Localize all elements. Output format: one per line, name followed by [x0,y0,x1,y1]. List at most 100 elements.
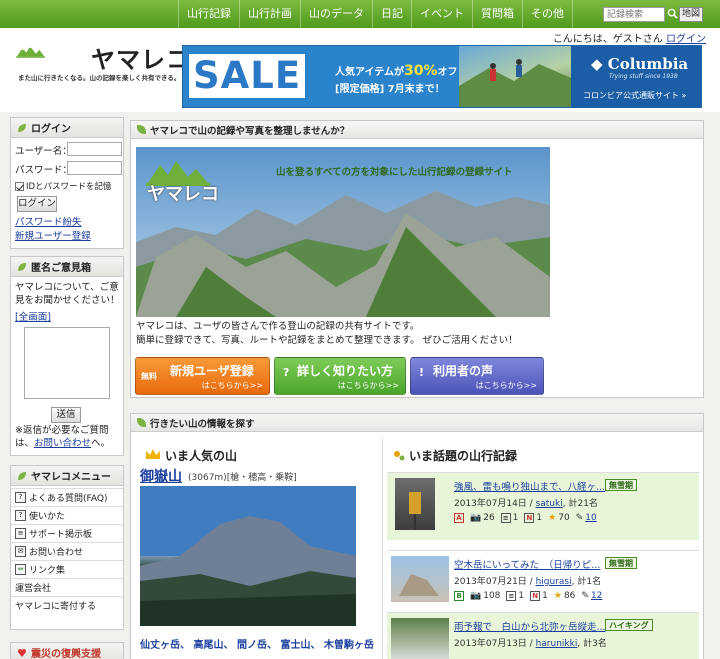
comment-count[interactable]: 12 [591,591,602,601]
record-user-link[interactable]: higurasi [536,577,572,587]
fullscreen-link[interactable]: [全画面] [15,309,51,323]
comment-stat[interactable]: ✎ 12 [581,591,602,601]
record-user-link[interactable]: satuki [536,499,563,509]
photo-stat: 📷 26 [470,513,495,523]
remember-row: IDとパスワードを記憶 [15,180,112,192]
brand-shop-link[interactable]: コロンビア公式通販サイト » [583,90,686,101]
menu-item-label: よくある質問(FAQ) [29,493,108,504]
menu-item-howto[interactable]: ? 使いかた [11,506,123,523]
route-icon: N [524,513,535,523]
record-date: 2013年07月21日 / [454,577,533,587]
recovery-title[interactable]: 震災の復興支援 [31,645,101,659]
like-count: 70 [558,513,570,523]
password-input[interactable] [67,161,122,175]
button-sub: はこちらから>> [201,381,263,390]
route-count: 1 [536,513,543,523]
username-input[interactable] [67,142,122,156]
popular-mountains-list[interactable]: 仙丈ヶ岳、 高尾山、 間ノ岳、 富士山、 木曽駒ヶ岳 [140,636,374,651]
brand-name-text: Columbia [607,55,689,73]
menu-item-company[interactable]: 運営会社 [11,578,123,595]
doc-count: 1 [512,513,519,523]
search-input[interactable] [603,7,665,22]
record-season-tag: ハイキング [605,619,653,631]
leaf-icon [137,125,146,134]
menu-item-support[interactable]: ≡ サポート掲示板 [11,524,123,541]
banner-offer: 人気アイテムが30%オフ [335,63,458,79]
contact-link[interactable]: お問い合わせ [34,438,91,449]
record-stats: A 📷 26 ≡ 1 N1 ★ 70 ✎ 10 [454,513,597,523]
record-user-link[interactable]: harunikki [536,639,578,649]
record-item[interactable]: 強風、雷も鳴り独山まで、八経ヶ... 無雪期 2013年07月14日 / sat… [387,472,699,540]
logo-tagline: また山に行きたくなる。山の記録を楽しく共有できる。 [18,74,181,82]
brand-name: ◆ Columbia [591,55,688,73]
link-icon: ⇔ [15,563,26,575]
record-item[interactable]: 雨予報で 白山から北弥ヶ岳縦走... ハイキング 2013年07月13日 / h… [387,612,699,659]
record-item[interactable]: 空木岳にいってみた （日帰りピ... 無雪期 2013年07月21日 / hig… [387,550,699,610]
user-voices-button[interactable]: ! 利用者の声 はこちらから>> [410,357,544,395]
button-title: 詳しく知りたい方 [297,364,394,378]
feedback-note-post: へ。 [91,438,111,449]
comment-stat[interactable]: ✎ 10 [576,513,597,523]
yamareco-menu-box: ヤマレコメニュー ? よくある質問(FAQ) ? 使いかた ≡ サポート掲示板 ✉ お問… [10,465,124,630]
nav-item-events[interactable]: イベント [411,0,472,28]
nav-item-diary[interactable]: 日記 [372,0,411,28]
nav-item-records[interactable]: 山行記録 [178,0,239,28]
header-login-link[interactable]: ログイン [666,34,706,45]
banner-offer-pct: 30% [404,63,438,79]
menu-item-donate[interactable]: ヤマレコに寄付する [11,596,123,613]
map-button[interactable]: 地図 [679,7,703,22]
learn-more-button[interactable]: ? 詳しく知りたい方 はこちらから>> [274,357,406,395]
remember-checkbox[interactable] [15,182,24,191]
record-photo [399,574,439,596]
nav-item-others[interactable]: その他 [522,0,573,28]
comment-count[interactable]: 10 [585,513,596,523]
hero-copy: 山を登るすべての方を対象にした山行記録の登録サイト [276,167,513,178]
help-icon: ? [15,491,26,503]
feedback-textarea[interactable] [24,327,110,399]
nav-item-questions[interactable]: 質問箱 [472,0,522,28]
menu-title: ヤマレコメニュー [31,472,111,483]
record-thumbnail[interactable] [391,556,449,602]
menu-item-label: ヤマレコに寄付する [15,601,97,612]
explore-header: 行きたい山の情報を探す [131,414,703,432]
mountain-photo[interactable] [140,486,356,626]
banner-sale-text: SALE [189,54,306,98]
mountain-name-link[interactable]: 御嶽山 [140,466,182,486]
search-icon[interactable] [667,8,678,19]
record-thumbnail[interactable] [391,618,449,659]
nav-item-plans[interactable]: 山行計画 [239,0,300,28]
logo-icon[interactable] [16,40,91,70]
doc-stat: ≡ 1 [506,591,524,601]
difficulty-icon: B [454,591,464,601]
menu-item-faq[interactable]: ? よくある質問(FAQ) [11,488,123,505]
camera-icon: 📷 [470,591,482,601]
record-title-link[interactable]: 雨予報で 白山から北弥ヶ岳縦走... [454,619,606,633]
menu-item-label: リンク集 [29,565,66,576]
leaf-icon [18,471,26,480]
send-button[interactable]: 送信 [51,407,81,423]
record-thumbnail[interactable] [395,478,435,530]
intro-title: ヤマレコで山の記録や写真を整理しませんか？ [150,125,350,137]
sparkle-icon [394,451,405,461]
button-title: 利用者の声 [433,364,494,378]
forgot-password-link[interactable]: パスワード紛失 [15,214,82,228]
sale-banner[interactable]: SALE 人気アイテムが30%オフ [限定価格] 7月末まで！ ◆ Columb… [182,45,702,108]
intro-desc-2: 簡単に登録できて、写真、ルートや記録をまとめて整理できます。 ぜひご活用ください… [136,335,518,346]
record-count: 計3名 [583,639,607,649]
record-photo [409,492,421,530]
greeting-text: こんにちは、ゲストさん [552,34,663,45]
register-free-button[interactable]: 無料 新規ユーザ登録 はこちらから>> [135,357,270,395]
feedback-title: 匿名ご意見箱 [31,263,91,274]
record-title-link[interactable]: 空木岳にいってみた （日帰りピ... [454,557,600,571]
logo-text[interactable]: ヤマレコ [91,40,191,75]
difficulty-icon: A [454,513,464,523]
register-link[interactable]: 新規ユーザー登録 [15,228,91,242]
login-button[interactable]: ログイン [17,196,57,212]
menu-item-links[interactable]: ⇔ リンク集 [11,560,123,577]
menu-item-contact[interactable]: ✉ お問い合わせ [11,542,123,559]
route-stat: N1 [524,513,542,523]
nav-item-mountain-data[interactable]: 山のデータ [300,0,372,28]
record-title-link[interactable]: 強風、雷も鳴り独山まで、八経ヶ... [454,479,605,493]
help-icon: ? [15,509,26,521]
hikers-image [459,59,571,107]
